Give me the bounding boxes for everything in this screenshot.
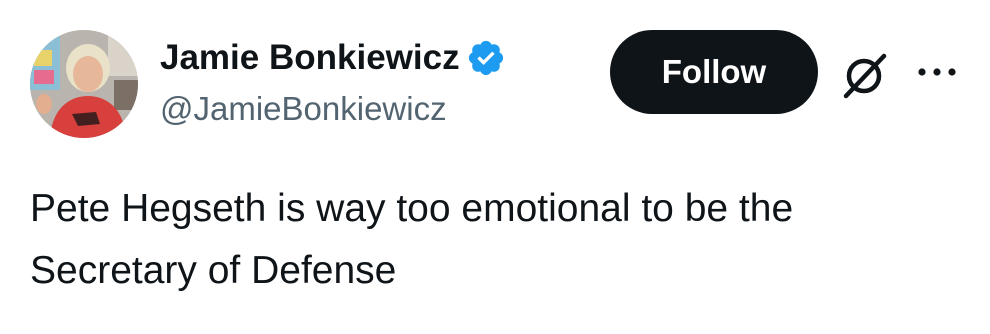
tweet-text: Pete Hegseth is way too emotional to be … <box>30 187 794 292</box>
grok-icon[interactable] <box>838 48 892 102</box>
display-name[interactable]: Jamie Bonkiewicz <box>160 38 460 78</box>
user-info: Jamie Bonkiewicz @JamieBonkiewicz <box>160 36 506 128</box>
follow-button[interactable]: Follow <box>610 30 818 114</box>
more-options-icon[interactable] <box>912 62 962 82</box>
profile-photo-icon <box>30 30 138 138</box>
avatar[interactable] <box>30 30 138 138</box>
verified-badge-icon[interactable] <box>466 38 506 78</box>
tweet-card: Jamie Bonkiewicz @JamieBonkiewicz Follow… <box>0 0 990 334</box>
name-row: Jamie Bonkiewicz <box>160 36 506 80</box>
user-handle[interactable]: @JamieBonkiewicz <box>160 90 506 128</box>
